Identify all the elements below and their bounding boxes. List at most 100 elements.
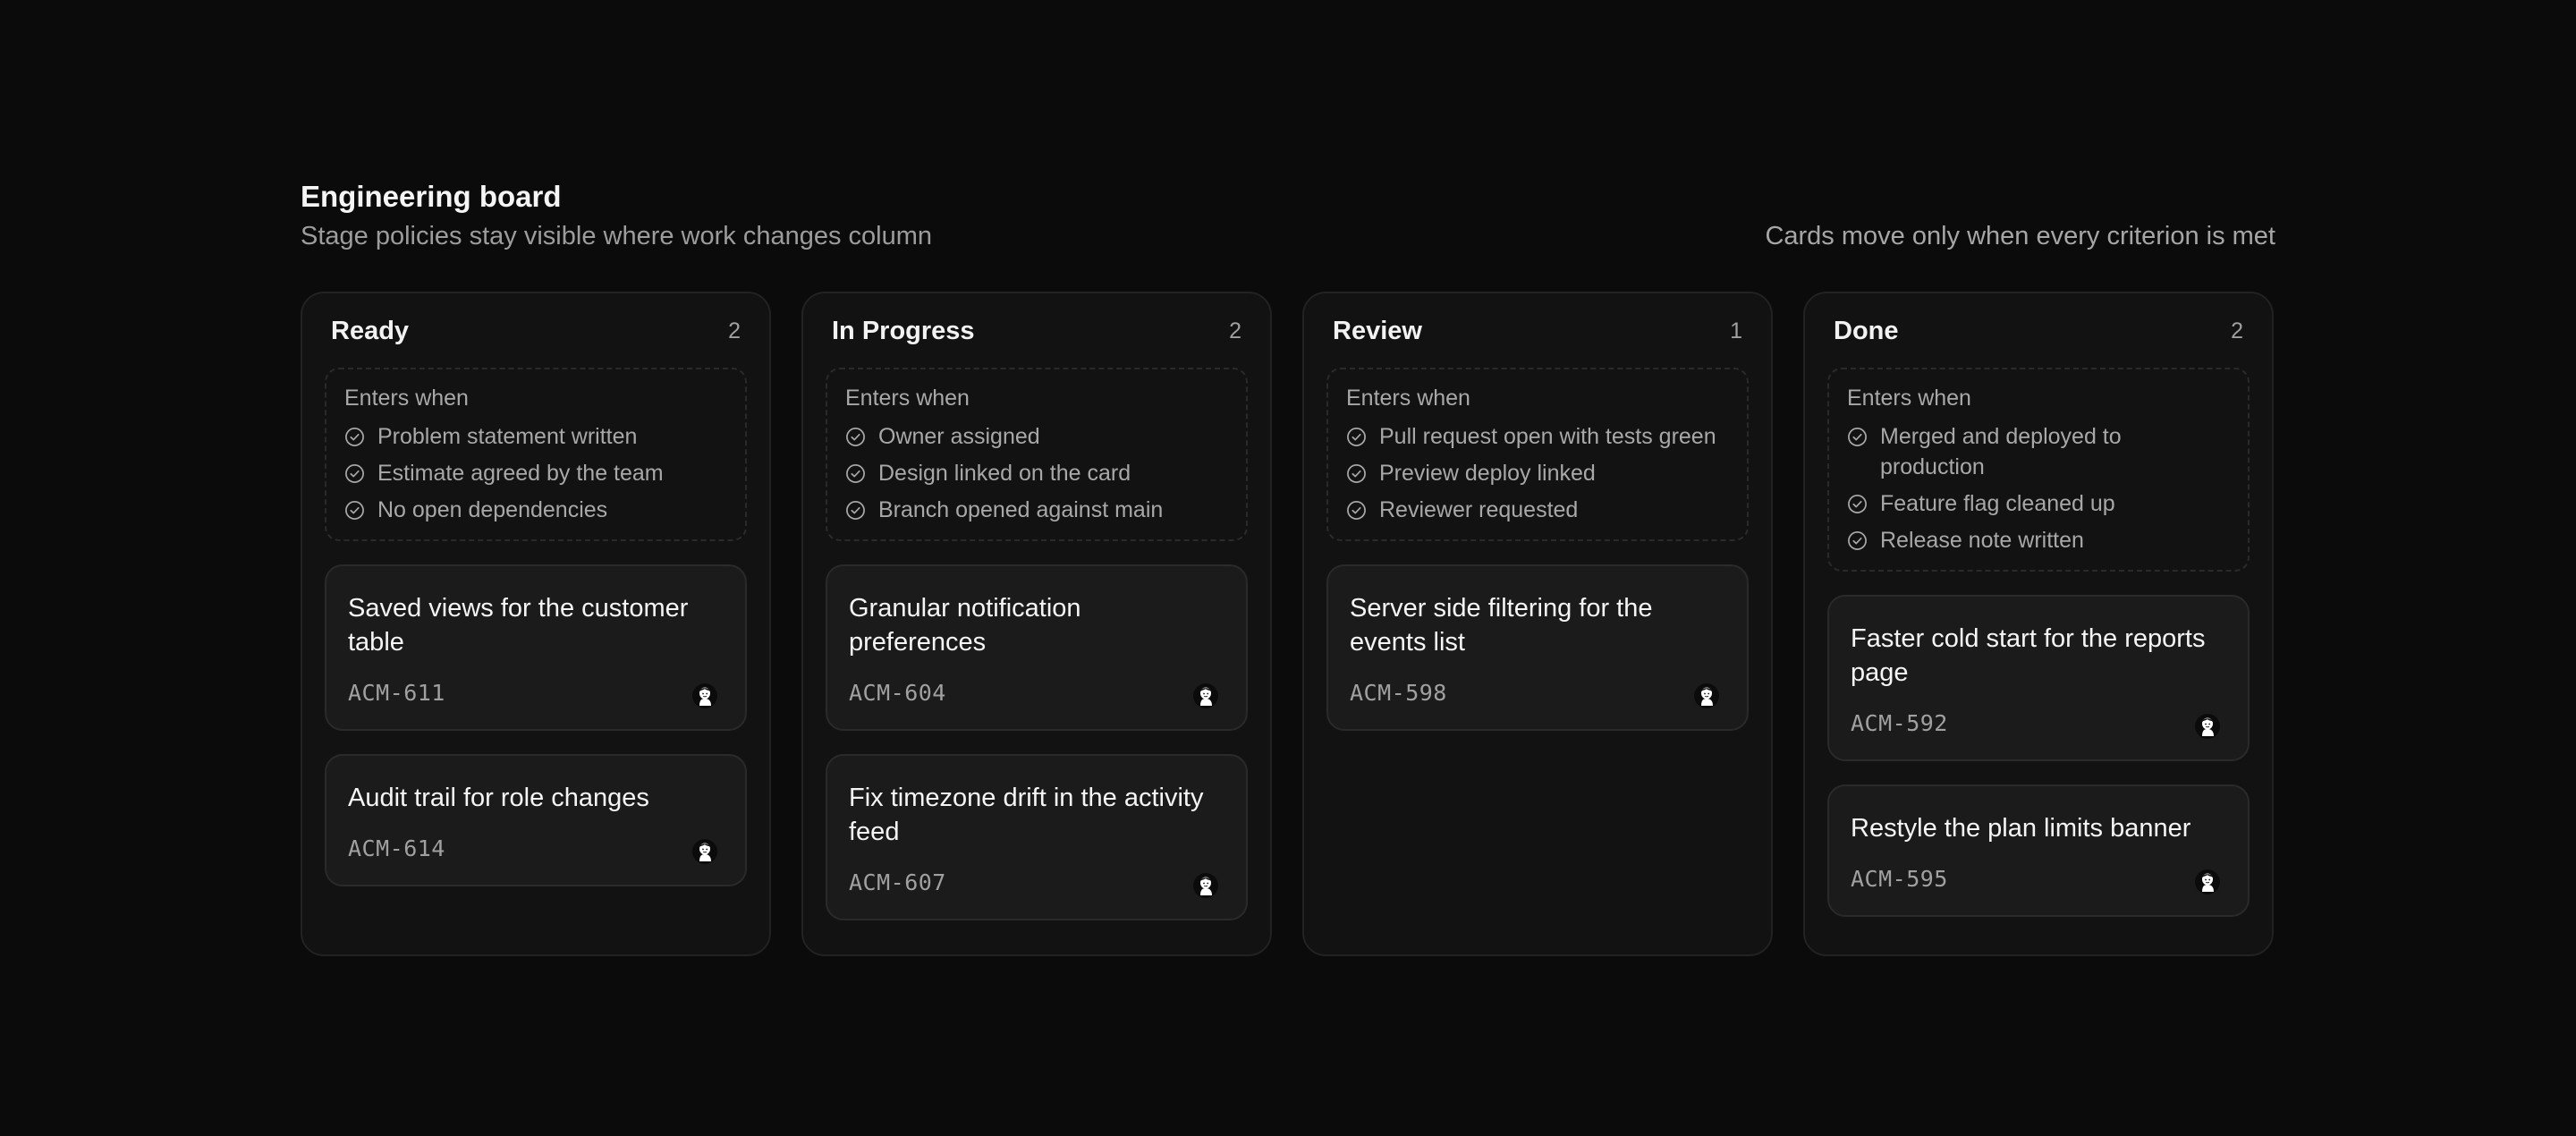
- work-card[interactable]: Faster cold start for the reports page A…: [1827, 595, 2250, 761]
- card-title: Faster cold start for the reports page: [1851, 624, 2206, 687]
- column-count: 2: [728, 318, 741, 343]
- assignee-avatar-icon[interactable]: [1693, 682, 1720, 709]
- criterion-text: Design linked on the card: [878, 461, 1131, 486]
- policy-criterion: Design linked on the card: [845, 458, 1228, 488]
- assignee-avatar-icon[interactable]: [2194, 713, 2221, 740]
- check-circle-icon: [345, 464, 364, 483]
- work-card[interactable]: Saved views for the customer table ACM-6…: [325, 564, 747, 731]
- column-count: 1: [1730, 318, 1742, 343]
- card-footer: ACM-604: [849, 675, 1224, 709]
- work-card[interactable]: Restyle the plan limits banner ACM-595: [1827, 784, 2250, 917]
- board-rule-note: Cards move only when every criterion is …: [1765, 222, 2275, 250]
- policy-criterion: Problem statement written: [344, 421, 727, 452]
- work-card[interactable]: Audit trail for role changes ACM-614: [325, 754, 747, 886]
- card-id: ACM-604: [849, 679, 946, 706]
- work-card[interactable]: Fix timezone drift in the activity feed …: [826, 754, 1248, 920]
- column-cards: Faster cold start for the reports page A…: [1827, 595, 2250, 917]
- criterion-text: Merged and deployed to production: [1880, 424, 2122, 479]
- page-subtitle: Stage policies stay visible where work c…: [301, 222, 933, 250]
- card-title: Audit trail for role changes: [348, 784, 649, 812]
- card-footer: ACM-614: [348, 831, 724, 865]
- criterion-text: Pull request open with tests green: [1379, 424, 1716, 449]
- assignee-avatar-icon[interactable]: [1192, 682, 1219, 709]
- check-circle-icon: [846, 428, 865, 446]
- policy-criteria: Merged and deployed to production Featur…: [1847, 421, 2230, 555]
- column-in-progress: In Progress 2 Enters when Owner assigned…: [801, 292, 1272, 956]
- assignee-avatar-icon[interactable]: [2194, 869, 2221, 895]
- criterion-text: Estimate agreed by the team: [377, 461, 664, 486]
- check-circle-icon: [1848, 495, 1867, 513]
- card-title: Fix timezone drift in the activity feed: [849, 784, 1204, 846]
- work-card[interactable]: Granular notification preferences ACM-60…: [826, 564, 1248, 731]
- policy-criterion: Branch opened against main: [845, 495, 1228, 525]
- column-header: Ready 2: [325, 317, 747, 346]
- card-title: Saved views for the customer table: [348, 594, 689, 657]
- policy-criteria: Owner assigned Design linked on the card…: [845, 421, 1228, 525]
- check-circle-icon: [345, 501, 364, 520]
- assignee-avatar-icon[interactable]: [691, 838, 718, 865]
- policy-label: Enters when: [1847, 386, 1971, 411]
- card-id: ACM-611: [348, 679, 445, 706]
- check-circle-icon: [1848, 428, 1867, 446]
- check-circle-icon: [1347, 428, 1366, 446]
- board-header: Engineering board Stage policies stay vi…: [301, 174, 2275, 254]
- card-footer: ACM-611: [348, 675, 724, 709]
- policy-criterion: Release note written: [1847, 525, 2230, 555]
- column-cards: Granular notification preferences ACM-60…: [826, 564, 1248, 920]
- engineering-board: Engineering board Stage policies stay vi…: [301, 174, 2275, 956]
- assignee-avatar-icon[interactable]: [1192, 872, 1219, 899]
- policy-criterion: Estimate agreed by the team: [344, 458, 727, 488]
- policy-criterion: No open dependencies: [344, 495, 727, 525]
- check-circle-icon: [345, 428, 364, 446]
- stage-policy: Enters when Merged and deployed to produ…: [1827, 368, 2250, 572]
- column-count: 2: [1229, 318, 1241, 343]
- card-id: ACM-607: [849, 869, 946, 895]
- criterion-text: Owner assigned: [878, 424, 1040, 449]
- card-footer: ACM-607: [849, 865, 1224, 899]
- check-circle-icon: [1347, 464, 1366, 483]
- column-header: Review 1: [1326, 317, 1749, 346]
- card-id: ACM-598: [1350, 679, 1447, 706]
- card-footer: ACM-595: [1851, 861, 2226, 895]
- policy-label: Enters when: [344, 386, 469, 411]
- criterion-text: Feature flag cleaned up: [1880, 491, 2115, 516]
- stage-policy: Enters when Pull request open with tests…: [1326, 368, 1749, 541]
- board-columns: Ready 2 Enters when Problem statement wr…: [301, 292, 2275, 956]
- stage-policy: Enters when Problem statement written Es…: [325, 368, 747, 541]
- criterion-text: Branch opened against main: [878, 497, 1164, 522]
- check-circle-icon: [1848, 531, 1867, 550]
- card-footer: ACM-598: [1350, 675, 1725, 709]
- column-done: Done 2 Enters when Merged and deployed t…: [1803, 292, 2274, 956]
- policy-label: Enters when: [845, 386, 970, 411]
- column-name: In Progress: [832, 317, 975, 345]
- card-footer: ACM-592: [1851, 706, 2226, 740]
- column-ready: Ready 2 Enters when Problem statement wr…: [301, 292, 771, 956]
- stage-policy: Enters when Owner assigned Design linked…: [826, 368, 1248, 541]
- policy-criterion: Reviewer requested: [1346, 495, 1729, 525]
- board-heading: Engineering board Stage policies stay vi…: [301, 177, 932, 254]
- check-circle-icon: [1347, 501, 1366, 520]
- page-title: Engineering board: [301, 180, 562, 213]
- criterion-text: Problem statement written: [377, 424, 638, 449]
- assignee-avatar-icon[interactable]: [691, 682, 718, 709]
- criterion-text: Preview deploy linked: [1379, 461, 1596, 486]
- column-review: Review 1 Enters when Pull request open w…: [1302, 292, 1773, 956]
- criterion-text: Release note written: [1880, 528, 2084, 553]
- policy-criterion: Merged and deployed to production: [1847, 421, 2230, 482]
- column-header: Done 2: [1827, 317, 2250, 346]
- policy-criterion: Owner assigned: [845, 421, 1228, 452]
- policy-criterion: Preview deploy linked: [1346, 458, 1729, 488]
- criterion-text: Reviewer requested: [1379, 497, 1579, 522]
- card-title: Granular notification preferences: [849, 594, 1081, 657]
- column-name: Review: [1333, 317, 1422, 345]
- check-circle-icon: [846, 464, 865, 483]
- card-title: Server side filtering for the events lis…: [1350, 594, 1653, 657]
- column-count: 2: [2231, 318, 2243, 343]
- work-card[interactable]: Server side filtering for the events lis…: [1326, 564, 1749, 731]
- card-title: Restyle the plan limits banner: [1851, 814, 2191, 843]
- policy-criterion: Feature flag cleaned up: [1847, 488, 2230, 519]
- column-cards: Server side filtering for the events lis…: [1326, 564, 1749, 731]
- column-name: Ready: [331, 317, 410, 345]
- card-id: ACM-595: [1851, 865, 1948, 892]
- policy-criteria: Pull request open with tests green Previ…: [1346, 421, 1729, 525]
